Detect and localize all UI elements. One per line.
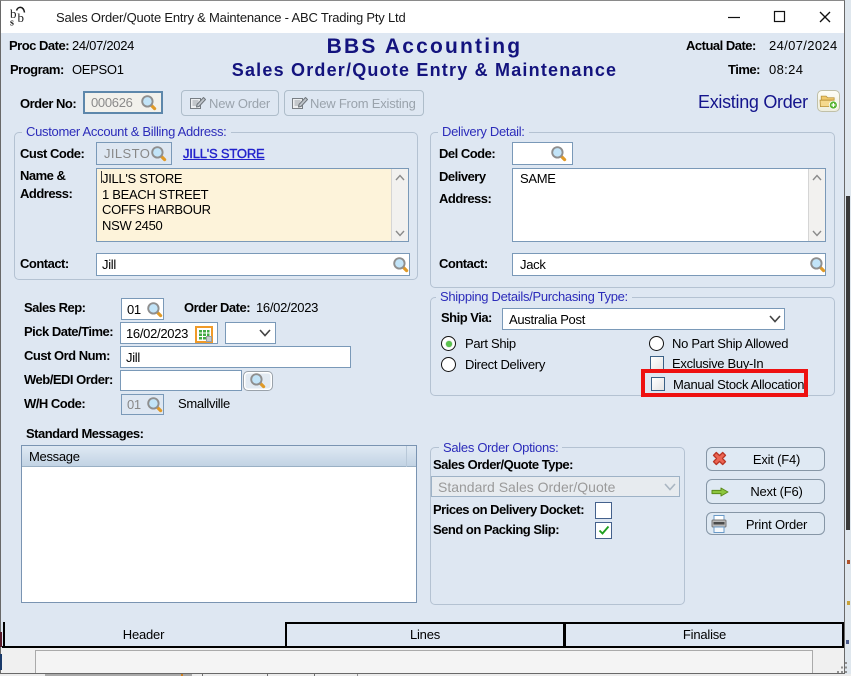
svg-text:s: s: [10, 18, 14, 29]
svg-text:b: b: [18, 10, 25, 25]
